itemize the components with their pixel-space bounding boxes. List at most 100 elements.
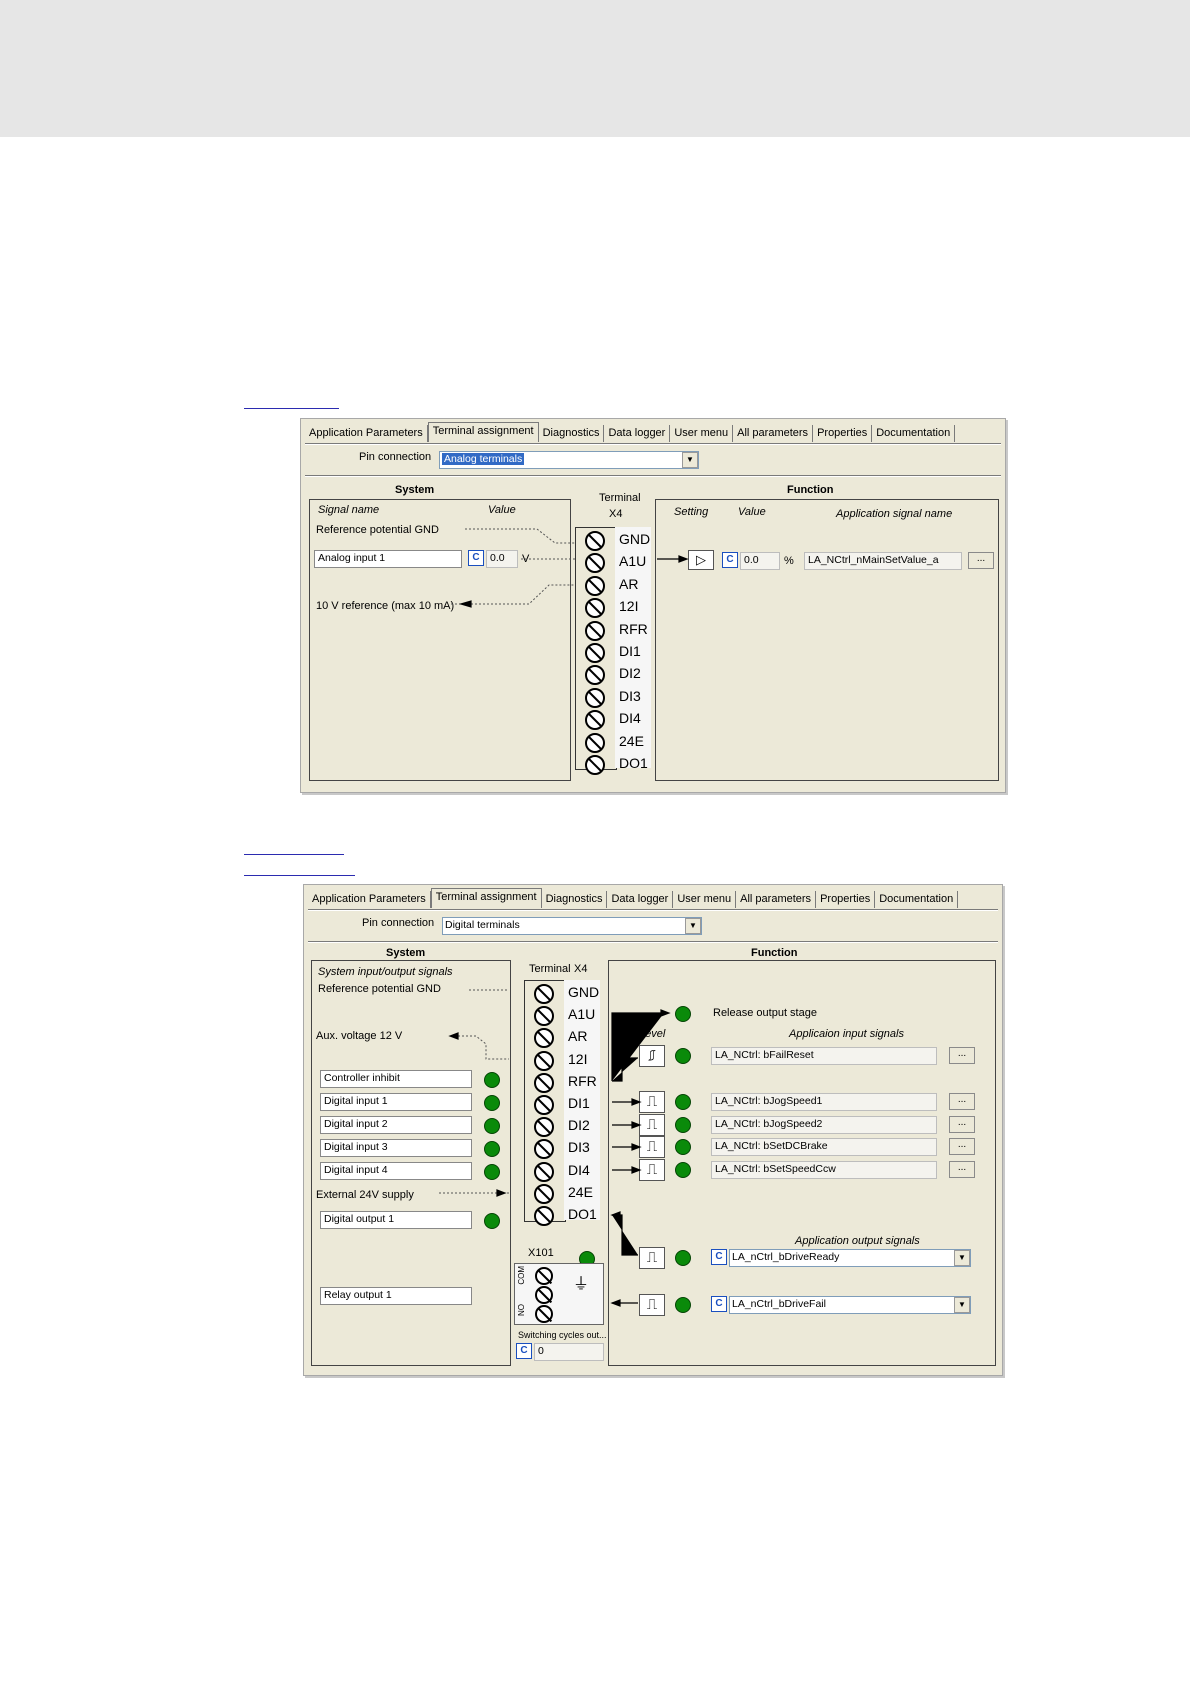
screw-icon <box>535 1305 553 1323</box>
input-signal-value: LA_NCtrl: bJogSpeed1 <box>715 1095 823 1107</box>
ref-gnd-label: Reference potential GND <box>316 524 439 536</box>
c-button[interactable]: C <box>711 1249 727 1265</box>
screw-icon <box>535 1267 553 1285</box>
level-pulse-icon[interactable]: ⎎ <box>639 1045 665 1067</box>
system-title: System <box>395 484 435 496</box>
sys-io-signals-header: System input/output signals <box>318 966 453 978</box>
browse-button[interactable]: ... <box>968 552 994 569</box>
analog-value: 0.0 <box>490 552 505 564</box>
link-underline[interactable] <box>244 408 339 409</box>
chevron-down-icon[interactable]: ▼ <box>682 452 698 468</box>
app-signal-value: LA_NCtrl_nMainSetValue_a <box>808 554 939 566</box>
pin-connection-select[interactable]: Digital terminals ▼ <box>442 917 702 935</box>
input-signal-field: LA_NCtrl: bSetDCBrake <box>711 1138 937 1156</box>
tab-diagnostics[interactable]: Diagnostics <box>539 425 605 442</box>
tab-bar: Application Parameters Terminal assignme… <box>308 888 998 908</box>
browse-button[interactable]: ... <box>949 1138 975 1155</box>
tab-user-menu[interactable]: User menu <box>670 425 734 442</box>
chevron-down-icon[interactable]: ▼ <box>954 1250 970 1266</box>
pin-connection-label: Pin connection <box>362 917 435 929</box>
browse-button[interactable]: ... <box>949 1116 975 1133</box>
input-signal-field[interactable]: Digital input 2 <box>320 1116 472 1134</box>
screw-icon <box>585 755 605 775</box>
terminal-pin-label: RFR <box>619 620 648 637</box>
pin-connection-label: Pin connection <box>359 451 432 463</box>
tab-data-logger[interactable]: Data logger <box>604 425 671 442</box>
tab-user-menu[interactable]: User menu <box>673 891 737 908</box>
fn-value: 0.0 <box>744 554 759 566</box>
tab-properties[interactable]: Properties <box>813 425 873 442</box>
c-button[interactable]: C <box>722 552 738 568</box>
c-button[interactable]: C <box>711 1296 727 1312</box>
pin-connection-select[interactable]: Analog terminals ▼ <box>439 451 699 469</box>
level-pulse-icon[interactable]: ⎍ <box>639 1091 665 1113</box>
header-separator <box>305 475 1001 477</box>
output-signal-select[interactable]: LA_nCtrl_bDriveFail ▼ <box>729 1296 971 1314</box>
tab-properties[interactable]: Properties <box>816 891 876 908</box>
tab-terminal-assignment[interactable]: Terminal assignment <box>430 888 542 908</box>
analog-input-name-field[interactable]: Analog input 1 <box>314 550 462 568</box>
level-pulse-icon[interactable]: ⎍ <box>639 1136 665 1158</box>
switching-cycles-label: Switching cycles out... <box>518 1330 607 1340</box>
output-signal-select[interactable]: LA_nCtrl_bDriveReady ▼ <box>729 1249 971 1267</box>
tab-diagnostics[interactable]: Diagnostics <box>542 891 608 908</box>
tab-data-logger[interactable]: Data logger <box>607 891 674 908</box>
input-signal-field[interactable]: Digital input 1 <box>320 1093 472 1111</box>
aux-voltage-label: Aux. voltage 12 V <box>316 1030 403 1042</box>
screw-icon <box>585 687 605 708</box>
input-signal-value: LA_NCtrl: bSetSpeedCcw <box>715 1163 836 1175</box>
chevron-down-icon[interactable]: ▼ <box>685 918 701 934</box>
tab-all-parameters[interactable]: All parameters <box>733 425 814 442</box>
input-signal-field[interactable]: Controller inhibit <box>320 1070 472 1088</box>
tab-documentation[interactable]: Documentation <box>875 891 959 908</box>
level-header: Level <box>639 1028 666 1040</box>
level-pulse-icon[interactable]: ⎍ <box>639 1247 665 1269</box>
browse-button[interactable]: ... <box>949 1093 975 1110</box>
tab-application-parameters[interactable]: Application Parameters <box>305 425 428 442</box>
screw-icon <box>534 1161 554 1182</box>
browse-button[interactable]: ... <box>949 1161 975 1178</box>
status-led <box>484 1213 500 1229</box>
tab-application-parameters[interactable]: Application Parameters <box>308 891 431 908</box>
page-header-band <box>0 0 1190 137</box>
play-icon[interactable]: ▷ <box>688 550 714 570</box>
screw-icon <box>585 575 605 596</box>
c-button[interactable]: C <box>468 550 484 566</box>
ref-gnd-label: Reference potential GND <box>318 983 441 995</box>
level-pulse-icon[interactable]: ⎍ <box>639 1114 665 1136</box>
digital-output-field[interactable]: Digital output 1 <box>320 1211 472 1229</box>
setting-header: Setting <box>674 506 709 518</box>
link-underline[interactable] <box>244 875 355 876</box>
terminal-pin-label: DI3 <box>568 1139 590 1156</box>
c-button[interactable]: C <box>516 1343 532 1359</box>
status-led <box>675 1048 691 1064</box>
terminal-pin-label: GND <box>619 531 651 547</box>
tab-documentation[interactable]: Documentation <box>872 425 956 442</box>
tab-all-parameters[interactable]: All parameters <box>736 891 817 908</box>
system-box: Signal name Value Reference potential GN… <box>309 499 571 781</box>
function-box: Setting Value Application signal name ▷ … <box>655 499 999 781</box>
input-signal-field[interactable]: Digital input 3 <box>320 1139 472 1157</box>
app-input-signals-header: Applicaion input signals <box>789 1028 904 1040</box>
input-signal-name: Digital input 3 <box>324 1141 388 1153</box>
terminal-label: Terminal <box>599 492 641 504</box>
input-signal-field[interactable]: Digital input 4 <box>320 1162 472 1180</box>
status-led <box>675 1006 691 1022</box>
level-pulse-icon[interactable]: ⎍ <box>639 1159 665 1181</box>
input-signal-value: LA_NCtrl: bJogSpeed2 <box>715 1118 823 1130</box>
chevron-down-icon[interactable]: ▼ <box>954 1297 970 1313</box>
function-box: Release output stage Level Applicaion in… <box>608 960 996 1366</box>
link-underline[interactable] <box>244 854 344 855</box>
output-signal-value: LA_nCtrl_bDriveReady <box>732 1251 840 1263</box>
terminal-x4-label: X4 <box>609 508 623 520</box>
tab-terminal-assignment[interactable]: Terminal assignment <box>427 422 539 442</box>
relay-switch-icon: ⏚ <box>573 1276 590 1293</box>
level-pulse-icon[interactable]: ⎍ <box>639 1294 665 1316</box>
status-led <box>675 1297 691 1313</box>
relay-output-field[interactable]: Relay output 1 <box>320 1287 472 1305</box>
input-signal-field: LA_NCtrl: bJogSpeed2 <box>711 1116 937 1134</box>
status-led <box>675 1117 691 1133</box>
terminal-label: Terminal <box>529 963 571 975</box>
browse-button[interactable]: ... <box>949 1047 975 1064</box>
screw-icon <box>534 1183 554 1204</box>
